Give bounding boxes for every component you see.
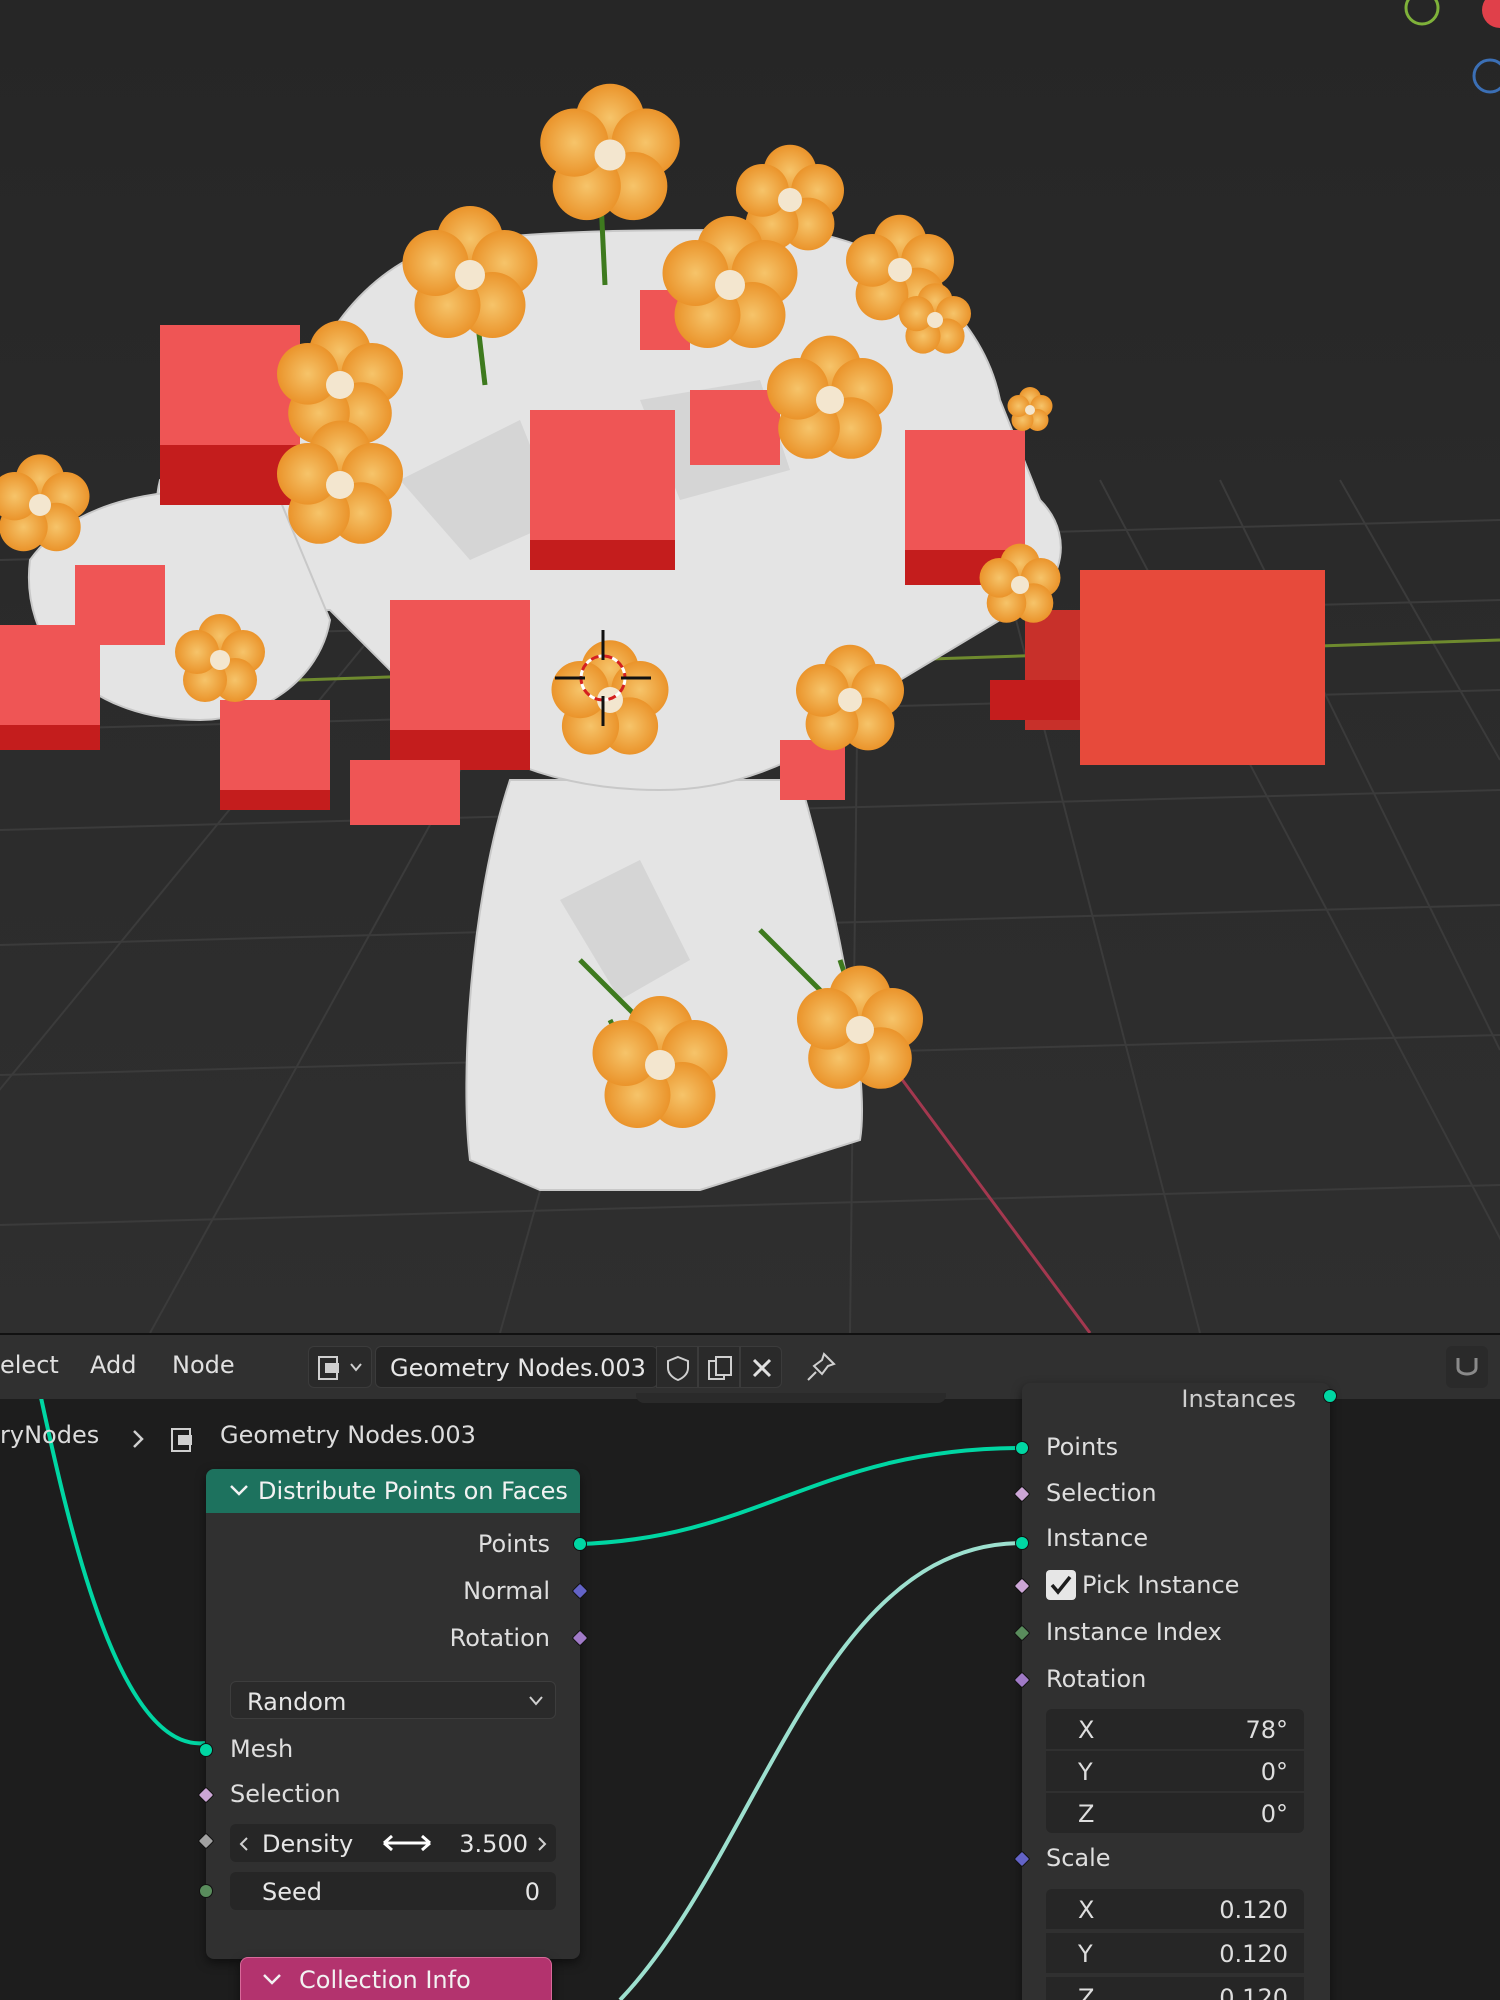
pick-instance-label: Pick Instance xyxy=(1082,1571,1240,1599)
input-mesh-socket[interactable] xyxy=(199,1743,213,1757)
output-points-socket[interactable] xyxy=(573,1537,587,1551)
input-rotation-label: Rotation xyxy=(1046,1665,1147,1693)
scale-x-value: 0.120 xyxy=(1219,1896,1288,1924)
input-selection-label: Selection xyxy=(1046,1479,1157,1507)
viewport-scene xyxy=(0,0,1500,1333)
chevron-right-icon xyxy=(133,1430,144,1448)
input-seed-socket[interactable] xyxy=(199,1884,213,1898)
menu-node[interactable]: Node xyxy=(172,1351,235,1379)
node-tree-icon xyxy=(318,1356,362,1380)
pin-button[interactable] xyxy=(800,1346,842,1388)
magnet-icon xyxy=(1456,1358,1478,1376)
input-instance-label: Instance xyxy=(1046,1524,1149,1552)
distribute-points-node[interactable]: Distribute Points on Faces Points Normal… xyxy=(197,1469,589,1959)
collection-info-node[interactable]: Collection Info xyxy=(240,1957,552,2000)
rotation-y-field[interactable]: Y 0° xyxy=(1046,1751,1304,1791)
density-value: 3.500 xyxy=(459,1830,528,1858)
input-scale-label: Scale xyxy=(1046,1844,1111,1872)
shield-icon xyxy=(667,1355,689,1381)
collection-node-header[interactable]: Collection Info xyxy=(240,1957,552,2000)
rotation-y-value: 0° xyxy=(1260,1758,1288,1786)
chevron-left-icon[interactable] xyxy=(238,1836,250,1852)
input-points-socket[interactable] xyxy=(1015,1441,1029,1455)
input-selection-label: Selection xyxy=(230,1780,341,1808)
resize-cursor-icon xyxy=(383,1834,431,1852)
fake-user-button[interactable] xyxy=(656,1346,698,1388)
instance-on-points-node[interactable]: Instances Points Selection Instance Pick… xyxy=(1013,1383,1337,2000)
collection-node-title: Collection Info xyxy=(299,1966,471,1994)
scale-x-axis: X xyxy=(1078,1896,1095,1924)
scale-z-field[interactable]: Z 0.120 xyxy=(1046,1977,1304,2000)
scale-z-axis: Z xyxy=(1078,1984,1095,2000)
breadcrumb-current: Geometry Nodes.003 xyxy=(220,1421,476,1449)
output-instances-label: Instances xyxy=(1181,1385,1296,1413)
output-points-label: Points xyxy=(477,1530,550,1558)
output-normal-label: Normal xyxy=(463,1577,550,1605)
input-instance-index-label: Instance Index xyxy=(1046,1618,1222,1646)
datablock-name-field[interactable]: Geometry Nodes.003 xyxy=(375,1346,658,1388)
distribute-node-title: Distribute Points on Faces xyxy=(258,1477,568,1505)
chevron-down-icon xyxy=(529,1696,543,1706)
pin-icon xyxy=(807,1352,836,1381)
distribute-mode-value: Random xyxy=(247,1688,347,1716)
input-mesh-label: Mesh xyxy=(230,1735,294,1763)
checkmark-icon xyxy=(1050,1575,1072,1595)
output-instances-socket[interactable] xyxy=(1323,1389,1337,1403)
rotation-y-axis: Y xyxy=(1078,1758,1093,1786)
scale-y-value: 0.120 xyxy=(1219,1940,1288,1968)
rotation-x-field[interactable]: X 78° xyxy=(1046,1709,1304,1749)
density-label: Density xyxy=(262,1830,354,1858)
scale-x-field[interactable]: X 0.120 xyxy=(1046,1889,1304,1929)
rotation-x-value: 78° xyxy=(1245,1716,1288,1744)
scale-y-axis: Y xyxy=(1078,1940,1093,1968)
distribute-node-header[interactable]: Distribute Points on Faces xyxy=(206,1469,580,1513)
chevron-down-icon[interactable] xyxy=(261,1968,283,1990)
snap-toggle[interactable] xyxy=(1446,1346,1488,1388)
seed-label: Seed xyxy=(262,1878,322,1906)
scale-y-field[interactable]: Y 0.120 xyxy=(1046,1933,1304,1973)
menu-select[interactable]: elect xyxy=(0,1351,59,1379)
seed-value: 0 xyxy=(524,1878,540,1906)
datablock-name: Geometry Nodes.003 xyxy=(390,1354,646,1382)
pick-instance-checkbox[interactable] xyxy=(1046,1570,1076,1600)
scale-z-value: 0.120 xyxy=(1219,1984,1288,2000)
hidden-node-edge xyxy=(636,1393,946,1403)
density-field[interactable]: Density 3.500 xyxy=(230,1824,556,1862)
close-icon xyxy=(752,1358,772,1378)
input-points-label: Points xyxy=(1046,1433,1119,1461)
input-instance-socket[interactable] xyxy=(1015,1536,1029,1550)
seed-field[interactable]: Seed 0 xyxy=(230,1872,556,1910)
3d-viewport[interactable] xyxy=(0,0,1500,1333)
rotation-z-field[interactable]: Z 0° xyxy=(1046,1793,1304,1833)
rotation-x-axis: X xyxy=(1078,1716,1095,1744)
rotation-z-value: 0° xyxy=(1260,1800,1288,1828)
rotation-z-axis: Z xyxy=(1078,1800,1095,1828)
node-editor[interactable]: elect Add Node Geometry Nodes.003 ryNode… xyxy=(0,1333,1500,2000)
node-tree-icon xyxy=(171,1428,192,1452)
node-tree-browse-button[interactable] xyxy=(308,1346,372,1388)
distribute-mode-dropdown[interactable]: Random xyxy=(230,1681,556,1719)
chevron-down-icon[interactable] xyxy=(228,1479,250,1501)
breadcrumb-parent[interactable]: ryNodes xyxy=(0,1421,99,1449)
duplicate-button[interactable] xyxy=(698,1346,740,1388)
output-rotation-label: Rotation xyxy=(449,1624,550,1652)
menu-add[interactable]: Add xyxy=(90,1351,136,1379)
unlink-button[interactable] xyxy=(740,1346,782,1388)
chevron-right-icon[interactable] xyxy=(536,1836,548,1852)
duplicate-icon xyxy=(708,1356,732,1380)
